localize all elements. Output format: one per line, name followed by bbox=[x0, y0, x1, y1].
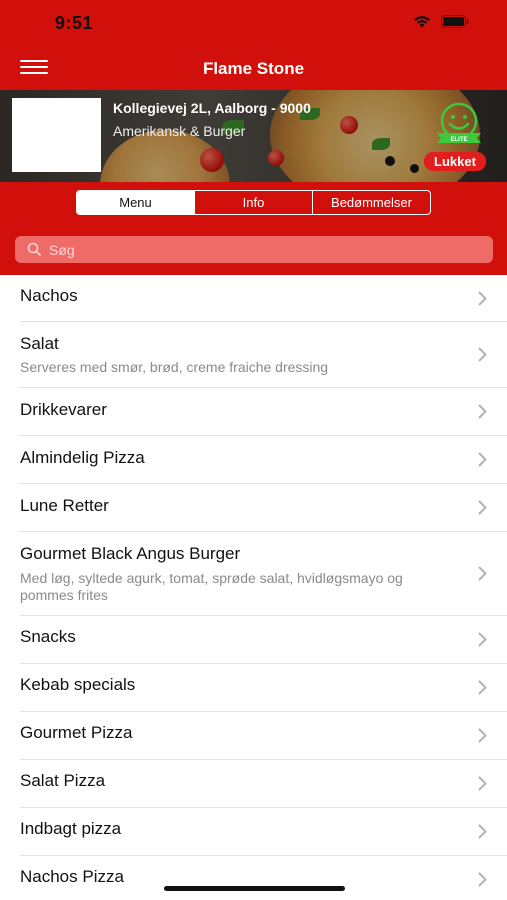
list-item-title: Kebab specials bbox=[20, 675, 136, 694]
status-bar: 9:51 bbox=[0, 0, 507, 46]
menu-category-list: Nachos Salat Serveres med smør, brød, cr… bbox=[0, 275, 507, 900]
list-item-title: Almindelig Pizza bbox=[20, 448, 145, 467]
restaurant-logo bbox=[12, 98, 101, 172]
list-item-subtitle: Serveres med smør, brød, creme fraiche d… bbox=[20, 359, 329, 375]
list-item-title: Nachos bbox=[20, 286, 78, 305]
list-item[interactable]: Kebab specials bbox=[20, 664, 507, 712]
list-item[interactable]: Nachos bbox=[20, 275, 507, 322]
restaurant-cuisine: Amerikansk & Burger bbox=[113, 123, 246, 139]
status-icons bbox=[413, 15, 469, 28]
status-badge: Lukket bbox=[424, 152, 486, 171]
battery-icon bbox=[441, 15, 469, 28]
list-item-title: Gourmet Black Angus Burger bbox=[20, 544, 241, 563]
list-item-subtitle: Med løg, syltede agurk, tomat, sprøde sa… bbox=[20, 570, 403, 603]
smiley-icon[interactable]: ELITE bbox=[429, 101, 489, 152]
chevron-right-icon bbox=[478, 452, 487, 467]
restaurant-address: Kollegievej 2L, Aalborg - 9000 bbox=[113, 100, 311, 116]
chevron-right-icon bbox=[478, 566, 487, 581]
navigation-bar: Flame Stone bbox=[0, 46, 507, 90]
search-bar bbox=[15, 236, 493, 263]
chevron-right-icon bbox=[478, 872, 487, 887]
chevron-right-icon bbox=[478, 632, 487, 647]
status-time: 9:51 bbox=[55, 13, 94, 33]
chevron-right-icon bbox=[478, 776, 487, 791]
list-item-title: Drikkevarer bbox=[20, 400, 107, 419]
list-item[interactable]: Drikkevarer bbox=[20, 388, 507, 436]
list-item[interactable]: Lune Retter bbox=[20, 484, 507, 532]
list-item[interactable]: Gourmet Black Angus Burger Med løg, sylt… bbox=[20, 532, 507, 616]
list-item[interactable]: Salat Pizza bbox=[20, 760, 507, 808]
chevron-right-icon bbox=[478, 824, 487, 839]
chevron-right-icon bbox=[478, 347, 487, 362]
list-item-title: Salat bbox=[20, 334, 59, 353]
list-item[interactable]: Gourmet Pizza bbox=[20, 712, 507, 760]
svg-text:ELITE: ELITE bbox=[450, 137, 467, 143]
list-item-title: Snacks bbox=[20, 627, 76, 646]
chevron-right-icon bbox=[478, 291, 487, 306]
list-item[interactable]: Almindelig Pizza bbox=[20, 436, 507, 484]
tab-reviews[interactable]: Bedømmelser bbox=[312, 191, 430, 214]
list-item[interactable]: Salat Serveres med smør, brød, creme fra… bbox=[20, 322, 507, 388]
list-item-title: Lune Retter bbox=[20, 496, 109, 515]
search-icon bbox=[27, 242, 41, 261]
list-item-title: Salat Pizza bbox=[20, 771, 106, 790]
page-title: Flame Stone bbox=[202, 59, 305, 78]
list-item-title: Gourmet Pizza bbox=[20, 723, 133, 742]
chevron-right-icon bbox=[478, 500, 487, 515]
home-indicator[interactable] bbox=[164, 886, 345, 891]
list-item-title: Indbagt pizza bbox=[20, 819, 122, 838]
list-item[interactable]: Snacks bbox=[20, 616, 507, 664]
wifi-icon bbox=[413, 15, 431, 28]
chevron-right-icon bbox=[478, 728, 487, 743]
chevron-right-icon bbox=[478, 404, 487, 419]
tab-info[interactable]: Info bbox=[194, 191, 312, 214]
segmented-control: Menu Info Bedømmelser bbox=[76, 190, 431, 215]
list-item[interactable]: Nachos Pizza bbox=[20, 856, 507, 900]
list-item-title: Nachos Pizza bbox=[20, 867, 124, 886]
search-input[interactable] bbox=[49, 236, 479, 263]
tab-menu[interactable]: Menu bbox=[77, 191, 194, 214]
list-item[interactable]: Indbagt pizza bbox=[20, 808, 507, 856]
chevron-right-icon bbox=[478, 680, 487, 695]
